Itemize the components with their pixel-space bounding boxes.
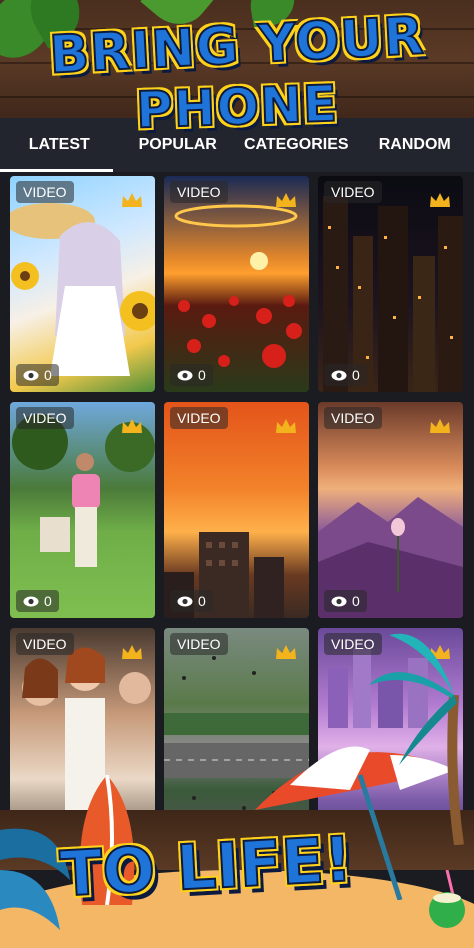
crown-icon [122, 419, 142, 433]
eye-icon [23, 370, 39, 380]
crown-icon [276, 419, 296, 433]
wallpaper-card[interactable]: VIDEO 0 [318, 402, 463, 618]
wallpaper-card[interactable]: VIDEO 0 [10, 176, 155, 392]
thumbnail-girl-in-park [12, 414, 155, 567]
view-count-value: 0 [198, 367, 206, 383]
wallpaper-card[interactable]: VIDEO 0 [318, 176, 463, 392]
wallpaper-card[interactable]: VIDEO 0 [164, 402, 309, 618]
view-count-value: 0 [44, 367, 52, 383]
eye-icon [331, 370, 347, 380]
coconut-drink-icon [429, 870, 465, 928]
video-badge: VIDEO [16, 633, 74, 655]
video-badge: VIDEO [16, 407, 74, 429]
wallpaper-card[interactable]: VIDEO 0 [10, 402, 155, 618]
crown-icon [122, 193, 142, 207]
view-count: 0 [324, 590, 367, 612]
wallpaper-card[interactable]: VIDEO 0 [164, 176, 309, 392]
thumbnail-anime-girl [10, 203, 155, 376]
view-count-value: 0 [352, 593, 360, 609]
video-badge: VIDEO [324, 407, 382, 429]
eye-icon [331, 596, 347, 606]
video-badge: VIDEO [170, 181, 228, 203]
crown-icon [276, 645, 296, 659]
thumbnail-city-night [323, 196, 463, 392]
palm-tree-decoration [369, 633, 464, 845]
eye-icon [23, 596, 39, 606]
video-badge: VIDEO [170, 633, 228, 655]
crown-icon [430, 193, 450, 207]
view-count: 0 [324, 364, 367, 386]
view-count-value: 0 [198, 593, 206, 609]
video-badge: VIDEO [324, 181, 382, 203]
crown-icon [430, 419, 450, 433]
view-count-value: 0 [44, 593, 52, 609]
view-count: 0 [16, 364, 59, 386]
view-count: 0 [16, 590, 59, 612]
view-count: 0 [170, 364, 213, 386]
thumbnail-poppy-field [174, 204, 302, 368]
view-count: 0 [170, 590, 213, 612]
view-count-value: 0 [352, 367, 360, 383]
thumbnail-sunset-building [164, 532, 284, 618]
crown-icon [122, 645, 142, 659]
promo-title-bottom: TO LIFE! [57, 821, 355, 911]
eye-icon [177, 370, 193, 380]
eye-icon [177, 596, 193, 606]
thumbnail-rose-mountain [318, 497, 463, 618]
video-badge: VIDEO [170, 407, 228, 429]
video-badge: VIDEO [16, 181, 74, 203]
crown-icon [276, 193, 296, 207]
